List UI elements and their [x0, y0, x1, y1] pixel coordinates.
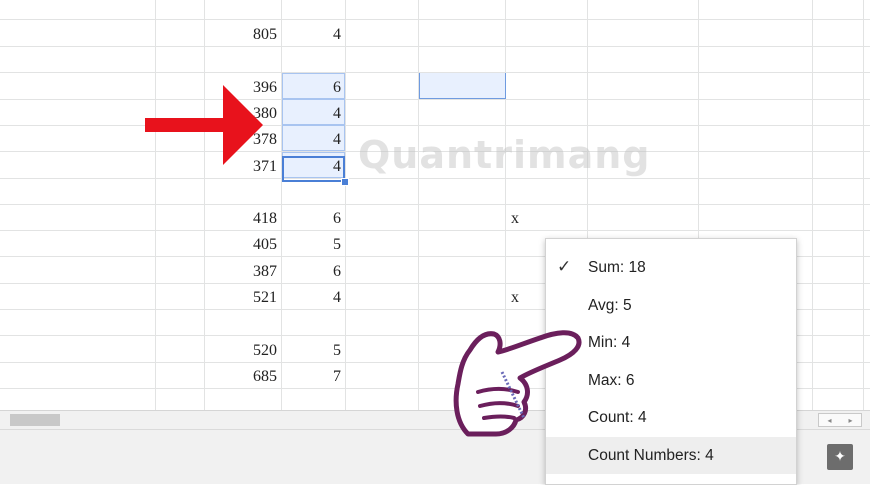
- cell-a[interactable]: 418: [205, 204, 281, 230]
- cell-a[interactable]: [205, 178, 281, 204]
- cell-b[interactable]: 4: [282, 20, 345, 46]
- cell-b[interactable]: [282, 309, 345, 335]
- cell-x[interactable]: [506, 73, 586, 99]
- menu-item-label: Count Numbers: 4: [588, 446, 714, 464]
- cell-a[interactable]: 387: [205, 257, 281, 283]
- table-row: 418 6 x: [0, 204, 870, 230]
- table-row: [0, 46, 870, 72]
- cell-a[interactable]: 805: [205, 20, 281, 46]
- cell-b[interactable]: 6: [282, 204, 345, 230]
- scroll-right-icon[interactable]: ▸: [848, 416, 852, 425]
- menu-item[interactable]: Count Numbers: 4: [546, 436, 796, 474]
- cell-a[interactable]: [205, 46, 281, 72]
- cell-x[interactable]: [506, 46, 586, 72]
- cell-x[interactable]: [506, 178, 586, 204]
- active-cell-border[interactable]: [282, 156, 345, 182]
- menu-item-label: Min: 4: [588, 334, 631, 351]
- cell-b[interactable]: 4: [282, 283, 345, 309]
- menu-item[interactable]: ✓ Sum: 18: [546, 249, 796, 286]
- scroll-left-icon[interactable]: ◂: [827, 416, 831, 425]
- red-arrow-icon: [145, 85, 263, 165]
- cell-a[interactable]: 521: [205, 283, 281, 309]
- table-row: 380 4: [0, 99, 870, 125]
- menu-item-label: Sum: 18: [588, 259, 646, 276]
- menu-item-label: Max: 6: [588, 371, 635, 389]
- cell-b[interactable]: [282, 46, 345, 72]
- cell-a[interactable]: 685: [205, 362, 281, 388]
- menu-item[interactable]: Avg: 5: [546, 287, 796, 324]
- menu-item-label: Count: 4: [588, 409, 647, 426]
- cell-a[interactable]: 520: [205, 336, 281, 362]
- pointing-hand-icon: [453, 330, 582, 437]
- check-icon: ✓: [557, 257, 572, 277]
- scroll-arrows[interactable]: ◂ ▸: [818, 413, 862, 427]
- cell-x[interactable]: [506, 20, 586, 46]
- explore-icon[interactable]: ✦: [827, 444, 853, 470]
- table-row: 805 4: [0, 20, 870, 46]
- table-row: [0, 178, 870, 204]
- table-row: 396 6: [0, 73, 870, 99]
- watermark-logo: Quantrimang: [358, 133, 651, 177]
- cell-b[interactable]: 5: [282, 230, 345, 256]
- cell-a[interactable]: [205, 309, 281, 335]
- cell-a[interactable]: 405: [205, 230, 281, 256]
- cell-b[interactable]: 5: [282, 336, 345, 362]
- cell-b[interactable]: 7: [282, 362, 345, 388]
- cell-x[interactable]: x: [506, 204, 586, 230]
- cell-b[interactable]: 4: [282, 99, 345, 125]
- scrollbar-thumb[interactable]: [10, 414, 60, 426]
- cell-b[interactable]: 4: [282, 125, 345, 151]
- menu-item-label: Avg: 5: [588, 296, 632, 314]
- cell-x[interactable]: [506, 99, 586, 125]
- cell-b[interactable]: 6: [282, 73, 345, 99]
- cell-b[interactable]: 6: [282, 257, 345, 283]
- fill-handle[interactable]: [341, 178, 349, 186]
